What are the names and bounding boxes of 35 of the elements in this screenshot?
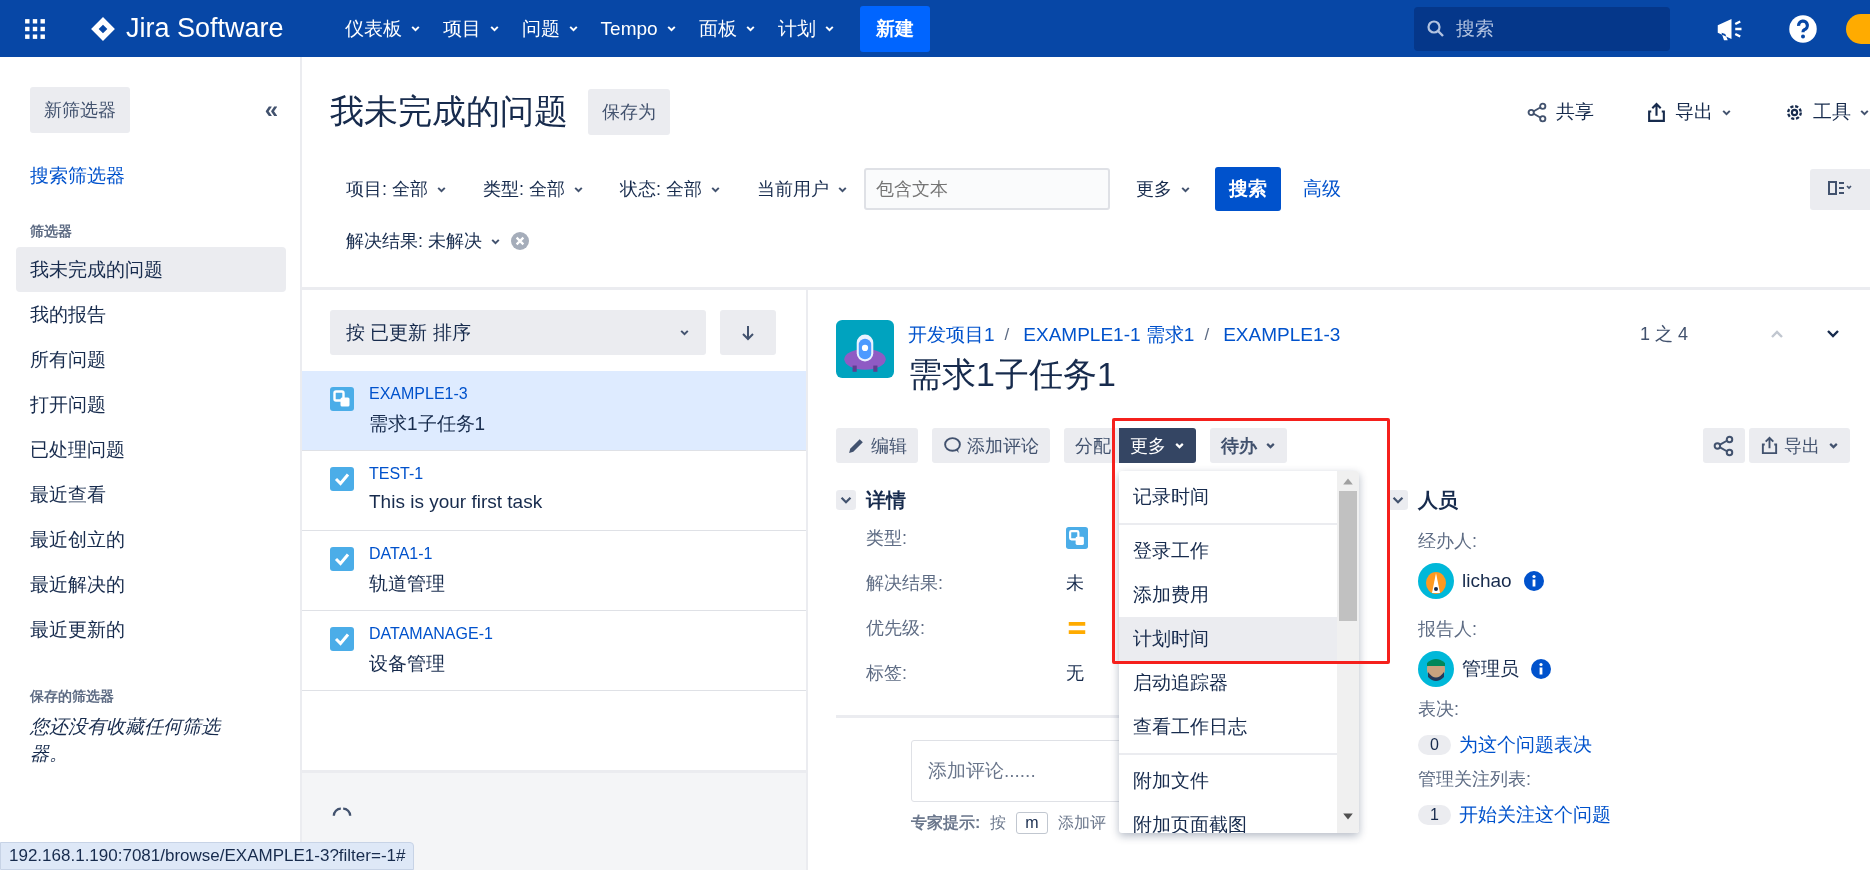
field-label: 表决: [1418, 698, 1460, 721]
page-title: 我未完成的问题 [330, 91, 568, 132]
keyboard-key: m [1016, 812, 1048, 834]
field-label: 报告人: [1418, 618, 1478, 641]
field-label: 标签: [866, 661, 908, 685]
pager-text: 1 之 4 [1639, 323, 1688, 346]
issue-key: TEST-1 [369, 465, 543, 483]
link-url-tooltip: 192.168.1.190:7081/browse/EXAMPLE1-3?filter=-1# [0, 842, 415, 870]
field-label: 类型: [866, 526, 908, 550]
issue-summary: This is your first task [369, 491, 543, 513]
issue-key: DATAMANAGE-1 [369, 625, 493, 643]
section-heading: 详情 [866, 487, 906, 513]
empty-message: 您还没有收藏任何筛选器。 [28, 715, 223, 766]
field-label: 经办人: [1418, 530, 1478, 553]
watcher-count: 1 [1418, 805, 1451, 825]
issue-summary: 设备管理 [369, 652, 446, 676]
tip-text: 按 [990, 812, 1007, 833]
section-heading: 人员 [1418, 487, 1458, 513]
field-label: 优先级: [866, 616, 926, 640]
tip-label: 专家提示: [911, 812, 981, 833]
issue-key: EXAMPLE1-3 [369, 385, 486, 403]
breadcrumb-separator: / [1204, 325, 1210, 345]
tip-text: 添加评 [1057, 812, 1106, 833]
issue-summary: 需求1子任务1 [369, 412, 486, 436]
issue-summary: 轨道管理 [369, 572, 445, 596]
field-label: 解决结果: [866, 571, 944, 595]
breadcrumb-separator: / [1004, 325, 1010, 345]
field-label: 管理关注列表: [1418, 768, 1532, 791]
field-value: 无 [1066, 661, 1084, 685]
vote-count: 0 [1418, 735, 1451, 755]
section-heading: 筛选器 [29, 223, 73, 241]
section-heading: 保存的筛选器 [29, 688, 115, 706]
issue-title: 需求1子任务1 [908, 354, 1117, 395]
field-value: 未 [1066, 571, 1084, 595]
issue-key: DATA1-1 [369, 545, 445, 563]
